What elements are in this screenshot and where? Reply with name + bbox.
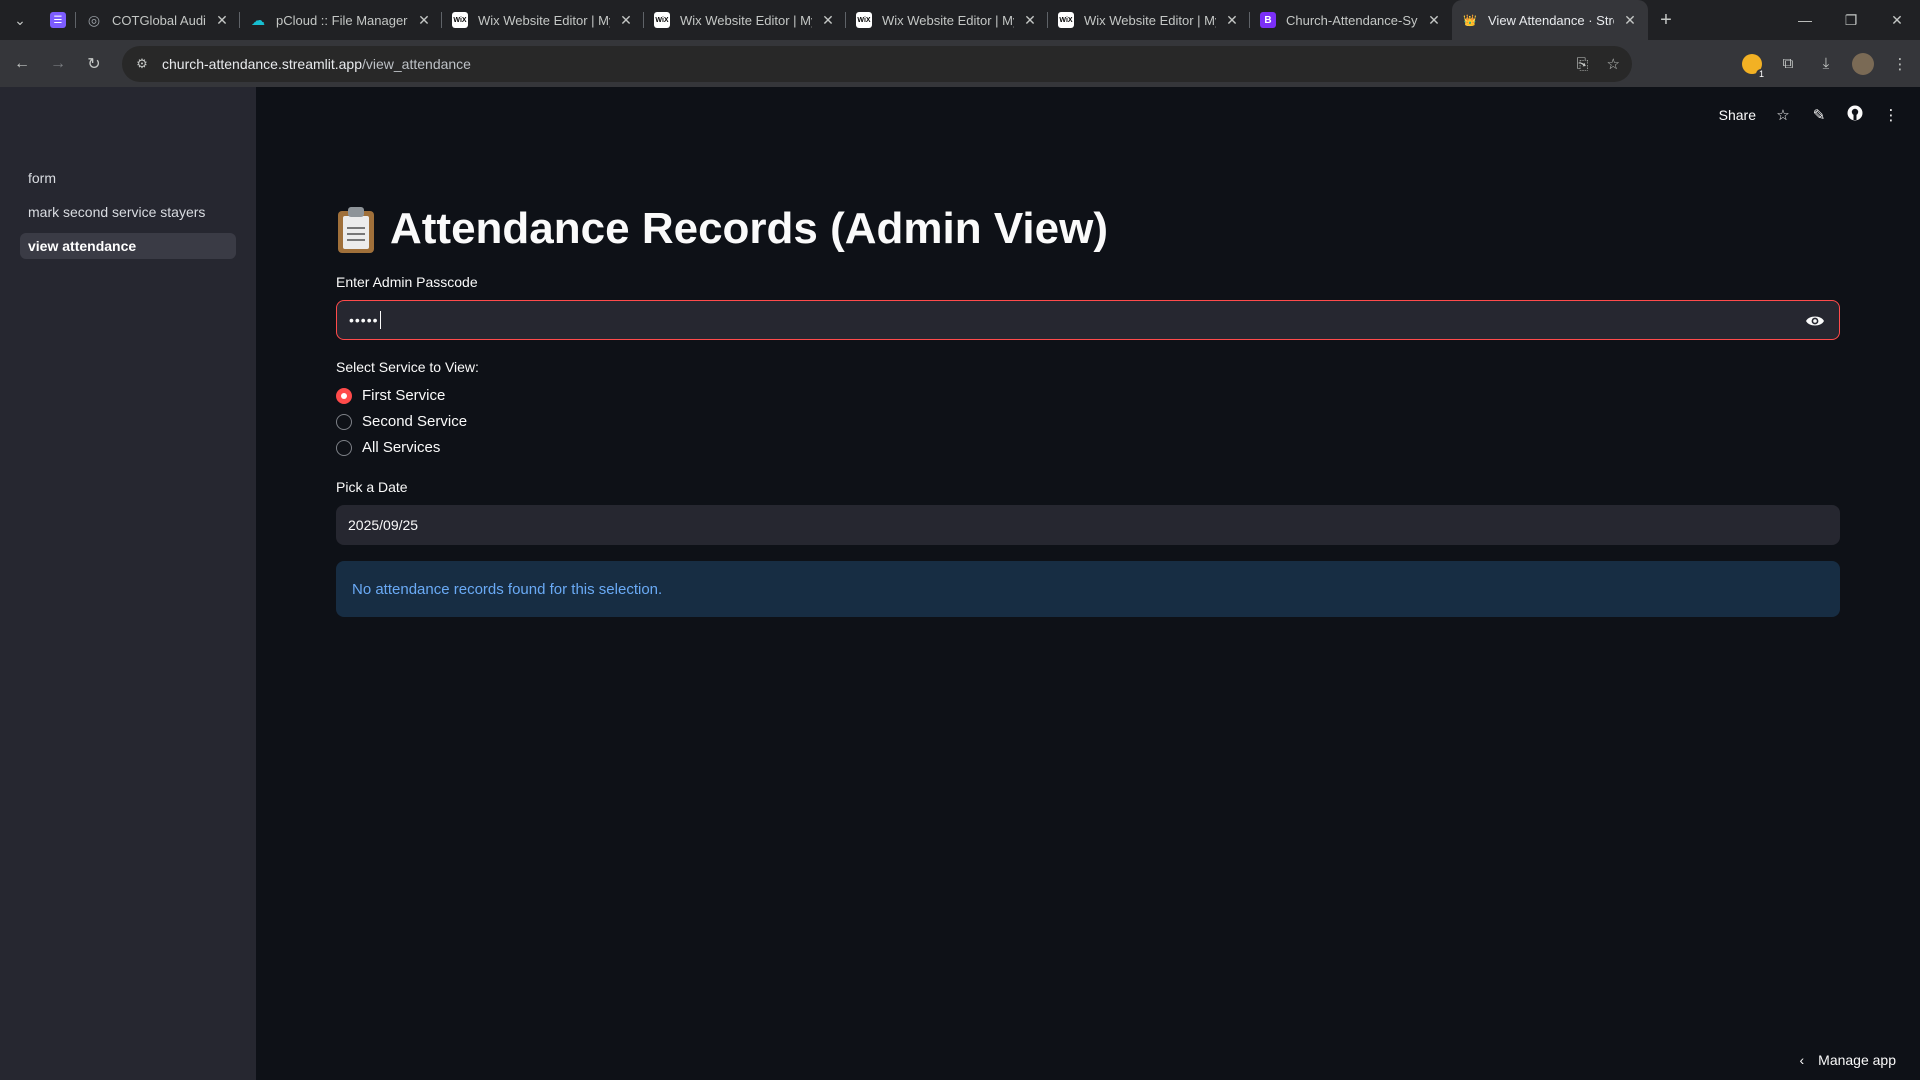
tab-view-attendance[interactable]: 👑 View Attendance · Stream ✕ bbox=[1452, 0, 1648, 40]
share-button[interactable]: Share bbox=[1719, 107, 1756, 123]
tab-wix-2[interactable]: WiX Wix Website Editor | My ✕ bbox=[644, 0, 846, 40]
url-text: church-attendance.streamlit.app/view_att… bbox=[162, 56, 471, 72]
date-input[interactable]: 2025/09/25 bbox=[336, 505, 1840, 545]
close-icon[interactable]: ✕ bbox=[1022, 12, 1038, 29]
chevron-left-icon: ‹ bbox=[1799, 1052, 1805, 1068]
eye-icon[interactable] bbox=[1805, 311, 1825, 331]
extension-badge: 1 bbox=[1755, 68, 1767, 79]
wix-icon: WiX bbox=[1058, 12, 1074, 28]
tab-title: Wix Website Editor | My bbox=[680, 12, 812, 28]
main-content: Share ☆ ✎ ⋮ Attendance Records (Admin Vi… bbox=[256, 87, 1920, 1080]
radio-label: All Services bbox=[362, 439, 441, 456]
clipboard-icon bbox=[336, 205, 376, 253]
extensions-puzzle-icon[interactable]: ⧉ bbox=[1776, 55, 1800, 72]
close-icon[interactable]: ✕ bbox=[416, 12, 432, 29]
github-icon[interactable] bbox=[1846, 105, 1864, 125]
header-actions: Share ☆ ✎ ⋮ bbox=[1719, 105, 1900, 125]
radio-first-service[interactable]: First Service bbox=[336, 387, 445, 404]
radio-button[interactable] bbox=[336, 413, 352, 430]
omnibox-actions: ⎘ ☆ bbox=[1577, 46, 1620, 82]
list-icon: ☰ bbox=[50, 12, 66, 28]
tab-title: View Attendance · Stream bbox=[1488, 12, 1614, 28]
tab-wix-4[interactable]: WiX Wix Website Editor | My ✕ bbox=[1048, 0, 1250, 40]
manage-app-button[interactable]: ‹ Manage app bbox=[1799, 1052, 1896, 1068]
sidebar-item-label: view attendance bbox=[28, 238, 137, 254]
date-label: Pick a Date bbox=[336, 479, 408, 495]
close-icon[interactable]: ✕ bbox=[1426, 12, 1442, 29]
wix-icon: WiX bbox=[654, 12, 670, 28]
radio-second-service[interactable]: Second Service bbox=[336, 413, 467, 430]
wix-icon: WiX bbox=[856, 12, 872, 28]
passcode-input[interactable]: ••••• bbox=[336, 300, 1840, 340]
cloud-icon: ☁ bbox=[251, 11, 265, 28]
tab-title: COTGlobal Audio Library bbox=[112, 12, 206, 28]
page-title-text: Attendance Records (Admin View) bbox=[390, 204, 1108, 253]
date-value: 2025/09/25 bbox=[348, 517, 419, 533]
radio-all-services[interactable]: All Services bbox=[336, 439, 440, 456]
page-title: Attendance Records (Admin View) bbox=[336, 204, 1108, 254]
tab-title: pCloud :: File Manager bbox=[276, 12, 408, 28]
back-icon[interactable]: ← bbox=[4, 46, 40, 82]
address-bar[interactable]: ⚙ church-attendance.streamlit.app/view_a… bbox=[122, 46, 1632, 82]
browser-chrome: ⌄ ☰ ◎ COTGlobal Audio Library ✕ ☁ pCloud… bbox=[0, 0, 1920, 87]
minimize-icon[interactable]: — bbox=[1782, 0, 1828, 40]
download-icon[interactable]: ⤓ bbox=[1814, 55, 1838, 72]
manage-app-label: Manage app bbox=[1818, 1052, 1896, 1068]
close-icon[interactable]: ✕ bbox=[618, 12, 634, 29]
close-icon[interactable]: ✕ bbox=[1224, 12, 1240, 29]
tab-wix-1[interactable]: WiX Wix Website Editor | My ✕ bbox=[442, 0, 644, 40]
close-icon[interactable]: ✕ bbox=[820, 12, 836, 29]
globe-icon: ◎ bbox=[87, 11, 101, 28]
tab-title: Wix Website Editor | My bbox=[882, 12, 1014, 28]
info-alert: No attendance records found for this sel… bbox=[336, 561, 1840, 617]
new-tab-icon[interactable]: + bbox=[1648, 9, 1684, 32]
close-icon[interactable]: ✕ bbox=[1622, 12, 1638, 29]
restore-icon[interactable]: ❐ bbox=[1828, 0, 1874, 40]
sidebar-item-label: mark second service stayers bbox=[28, 204, 206, 220]
tab-pinned[interactable]: ☰ bbox=[40, 0, 76, 40]
extension-bulb-icon[interactable]: 1 bbox=[1742, 53, 1767, 79]
radio-label: Second Service bbox=[362, 413, 468, 430]
tab-pcloud[interactable]: ☁ pCloud :: File Manager ✕ bbox=[240, 0, 442, 40]
close-icon[interactable]: ✕ bbox=[214, 12, 230, 29]
bootstrap-icon: B bbox=[1260, 12, 1276, 28]
browser-menu-icon[interactable]: ⋮ bbox=[1888, 55, 1912, 73]
install-app-icon[interactable]: ⎘ bbox=[1577, 56, 1589, 73]
tab-title: Church-Attendance-Syst bbox=[1286, 12, 1418, 28]
sidebar-item-view-attendance[interactable]: view attendance bbox=[20, 233, 236, 259]
edit-pencil-icon[interactable]: ✎ bbox=[1810, 106, 1828, 124]
sidebar-item-label: form bbox=[28, 170, 56, 186]
radio-button[interactable] bbox=[336, 439, 352, 456]
info-message: No attendance records found for this sel… bbox=[352, 580, 663, 598]
sidebar-item-form[interactable]: form bbox=[20, 165, 236, 191]
profile-avatar[interactable] bbox=[1852, 52, 1874, 75]
tab-cotglobal[interactable]: ◎ COTGlobal Audio Library ✕ bbox=[76, 0, 240, 40]
sidebar-item-mark-second-service-stayers[interactable]: mark second service stayers bbox=[20, 199, 236, 225]
tab-search-icon[interactable]: ⌄ bbox=[0, 0, 40, 40]
tab-title: Wix Website Editor | My bbox=[1084, 12, 1216, 28]
app-menu-icon[interactable]: ⋮ bbox=[1882, 106, 1900, 124]
browser-toolbar: ← → ↻ ⚙ church-attendance.streamlit.app/… bbox=[0, 40, 1920, 87]
streamlit-icon: 👑 bbox=[1463, 14, 1477, 27]
forward-icon[interactable]: → bbox=[40, 46, 76, 82]
radio-button-selected[interactable] bbox=[336, 387, 352, 404]
tab-title: Wix Website Editor | My bbox=[478, 12, 610, 28]
site-info-icon[interactable]: ⚙ bbox=[134, 56, 150, 72]
passcode-value: ••••• bbox=[349, 312, 379, 328]
window-controls: — ❐ ✕ bbox=[1782, 0, 1920, 40]
tab-wix-3[interactable]: WiX Wix Website Editor | My ✕ bbox=[846, 0, 1048, 40]
tab-church-attendance[interactable]: B Church-Attendance-Syst ✕ bbox=[1250, 0, 1452, 40]
radio-label: First Service bbox=[362, 387, 446, 404]
passcode-label: Enter Admin Passcode bbox=[336, 274, 478, 290]
tab-strip: ⌄ ☰ ◎ COTGlobal Audio Library ✕ ☁ pCloud… bbox=[0, 0, 1920, 40]
sidebar: form mark second service stayers view at… bbox=[0, 87, 256, 1080]
wix-icon: WiX bbox=[452, 12, 468, 28]
toolbar-right: 1 ⧉ ⤓ ⋮ bbox=[1742, 40, 1912, 87]
reload-icon[interactable]: ↻ bbox=[76, 46, 112, 82]
bookmark-star-icon[interactable]: ☆ bbox=[1607, 55, 1620, 73]
service-label: Select Service to View: bbox=[336, 359, 479, 375]
star-icon[interactable]: ☆ bbox=[1774, 106, 1792, 124]
close-window-icon[interactable]: ✕ bbox=[1874, 0, 1920, 40]
text-caret bbox=[379, 311, 381, 329]
